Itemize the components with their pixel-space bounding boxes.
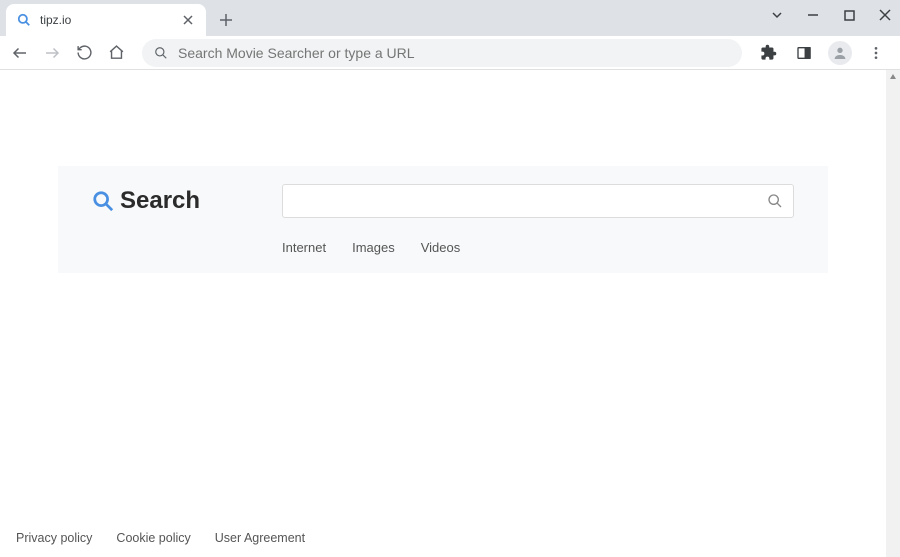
magnifier-icon: [92, 190, 114, 212]
toolbar-icons: [756, 41, 888, 65]
search-submit-icon[interactable]: [767, 193, 783, 209]
tab-title: tipz.io: [40, 13, 172, 27]
brand-label: Search: [120, 187, 200, 215]
omnibox-input[interactable]: [178, 45, 730, 61]
footer-link-privacy[interactable]: Privacy policy: [16, 531, 92, 545]
home-button[interactable]: [104, 41, 128, 65]
browser-tab[interactable]: tipz.io: [6, 4, 206, 36]
extensions-icon[interactable]: [756, 41, 780, 65]
tab-internet[interactable]: Internet: [282, 240, 326, 255]
search-icon: [154, 46, 168, 60]
footer-link-cookie[interactable]: Cookie policy: [116, 531, 190, 545]
menu-icon[interactable]: [864, 41, 888, 65]
tab-images[interactable]: Images: [352, 240, 395, 255]
page-footer: Privacy policy Cookie policy User Agreem…: [0, 519, 886, 557]
back-button[interactable]: [8, 41, 32, 65]
profile-avatar[interactable]: [828, 41, 852, 65]
tab-videos[interactable]: Videos: [421, 240, 461, 255]
window-controls: [768, 6, 894, 24]
close-window-button[interactable]: [876, 6, 894, 24]
reload-button[interactable]: [72, 41, 96, 65]
forward-button[interactable]: [40, 41, 64, 65]
browser-toolbar: [0, 36, 900, 70]
search-box[interactable]: [282, 184, 794, 218]
page-viewport: Search Internet Images Videos Privacy po…: [0, 70, 900, 557]
footer-link-user-agreement[interactable]: User Agreement: [215, 531, 305, 545]
minimize-button[interactable]: [804, 6, 822, 24]
search-brand: Search: [92, 187, 262, 215]
window-titlebar: tipz.io: [0, 0, 900, 36]
search-panel: Search Internet Images Videos: [58, 166, 828, 273]
page-content: Search Internet Images Videos Privacy po…: [0, 70, 900, 557]
search-category-tabs: Internet Images Videos: [282, 240, 794, 255]
close-tab-button[interactable]: [180, 12, 196, 28]
new-tab-button[interactable]: [212, 6, 240, 34]
search-input[interactable]: [293, 193, 767, 209]
magnifier-icon: [16, 12, 32, 28]
side-panel-icon[interactable]: [792, 41, 816, 65]
omnibox[interactable]: [142, 39, 742, 67]
scroll-up-arrow-icon[interactable]: [888, 72, 898, 82]
vertical-scrollbar[interactable]: [886, 70, 900, 557]
chevron-down-icon[interactable]: [768, 6, 786, 24]
maximize-button[interactable]: [840, 6, 858, 24]
